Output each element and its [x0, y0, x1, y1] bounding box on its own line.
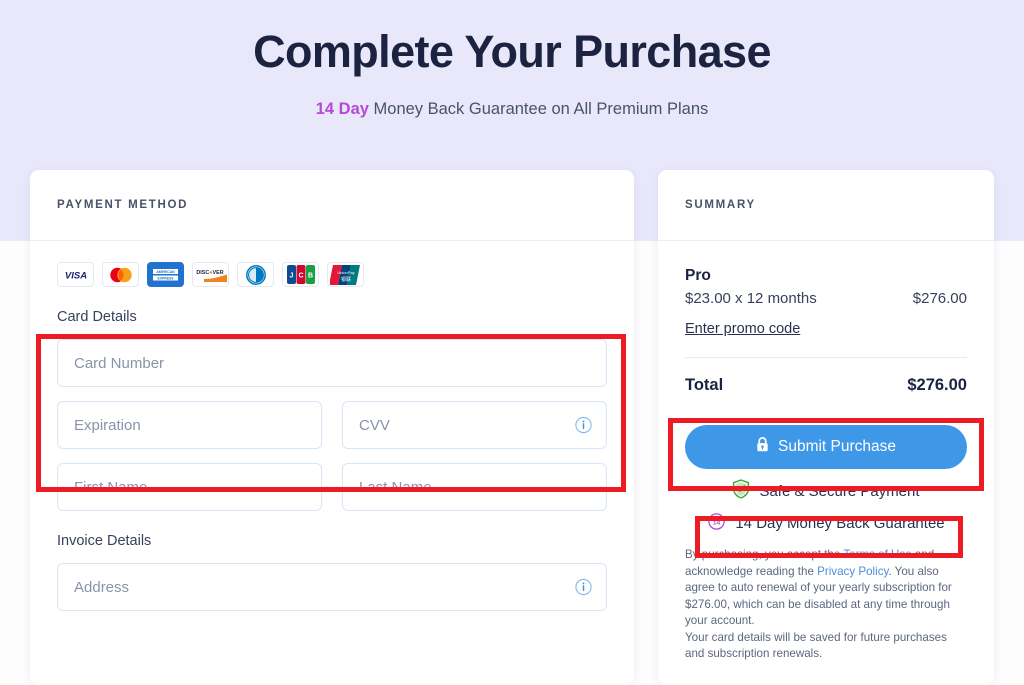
summary-card-header: SUMMARY	[658, 170, 994, 241]
plan-name: Pro	[685, 267, 711, 284]
total-label: Total	[685, 376, 724, 394]
legal-paragraph-2: Your card details will be saved for futu…	[685, 630, 947, 661]
first-name-input[interactable]: First Name	[57, 463, 322, 511]
money-back-guarantee-badge: 14 14 Day Money Back Guarantee	[685, 512, 967, 535]
plan-terms: $23.00 x 12 months	[685, 290, 817, 307]
cvv-info-icon[interactable]	[575, 416, 592, 434]
shield-check-icon	[732, 479, 750, 503]
summary-divider	[685, 357, 967, 358]
svg-text:银联: 银联	[340, 276, 350, 283]
name-row: First Name Last Name	[57, 449, 607, 511]
first-name-placeholder: First Name	[74, 478, 148, 496]
accepted-cards-row: VISA AMERICAN EXPRESS DISC●VER J C B Uni…	[57, 241, 607, 287]
last-name-input[interactable]: Last Name	[342, 463, 607, 511]
cvv-placeholder: CVV	[359, 416, 390, 434]
card-number-placeholder: Card Number	[74, 354, 165, 372]
summary-card: SUMMARY Pro $23.00 x 12 months $276.00 E…	[658, 170, 994, 685]
jcb-logo-icon: J C B	[282, 262, 319, 287]
svg-text:UnionPay: UnionPay	[337, 270, 354, 275]
enter-promo-code-link[interactable]: Enter promo code	[685, 321, 800, 337]
payment-method-label: PAYMENT METHOD	[57, 199, 189, 211]
amex-logo-icon: AMERICAN EXPRESS	[147, 262, 184, 287]
svg-text:C: C	[298, 273, 303, 280]
expiration-cvv-row: Expiration CVV	[57, 387, 607, 449]
card-number-input[interactable]: Card Number	[57, 339, 607, 387]
invoice-details-label: Invoice Details	[57, 533, 152, 549]
svg-text:DISC●VER: DISC●VER	[196, 270, 223, 276]
unionpay-logo-icon: UnionPay 银联	[327, 262, 364, 287]
money-back-guarantee-icon: 14	[707, 512, 726, 535]
svg-text:EXPRESS: EXPRESS	[157, 277, 174, 281]
plan-price: $276.00	[912, 290, 967, 307]
discover-logo-icon: DISC●VER	[192, 262, 229, 287]
address-input[interactable]: Address	[57, 563, 607, 611]
privacy-policy-link[interactable]: Privacy Policy	[817, 565, 888, 578]
safe-secure-payment-badge: Safe & Secure Payment	[685, 479, 967, 503]
svg-text:AMERICAN: AMERICAN	[156, 270, 175, 274]
page-subtitle-accent: 14 Day	[315, 100, 369, 118]
payment-method-card-header: PAYMENT METHOD	[30, 170, 634, 241]
payment-method-card: PAYMENT METHOD VISA AMERICAN EXPRESS DIS…	[30, 170, 634, 685]
legal-text: By purchasing, you accept the Terms of U…	[685, 547, 967, 663]
card-details-label: Card Details	[57, 309, 137, 325]
cvv-input[interactable]: CVV	[342, 401, 607, 449]
mastercard-logo-icon	[102, 262, 139, 287]
address-info-icon[interactable]	[575, 578, 592, 596]
total-line: Total $276.00	[685, 376, 967, 395]
total-value: $276.00	[907, 376, 967, 394]
submit-purchase-label: Submit Purchase	[777, 438, 897, 455]
page-header: Complete Your Purchase 14 Day Money Back…	[0, 0, 1024, 119]
legal-paragraph-1: By purchasing, you accept the Terms of U…	[685, 547, 967, 630]
payment-method-card-body: VISA AMERICAN EXPRESS DISC●VER J C B Uni…	[30, 241, 634, 611]
expiration-placeholder: Expiration	[74, 416, 141, 434]
svg-text:J: J	[289, 273, 293, 280]
svg-text:B: B	[307, 273, 312, 280]
svg-text:14: 14	[713, 519, 721, 526]
page-subtitle: 14 Day Money Back Guarantee on All Premi…	[0, 100, 1024, 119]
last-name-placeholder: Last Name	[359, 478, 432, 496]
svg-text:VISA: VISA	[64, 270, 86, 281]
money-back-guarantee-label: 14 Day Money Back Guarantee	[735, 515, 945, 532]
visa-logo-icon: VISA	[57, 262, 94, 287]
diners-club-logo-icon	[237, 262, 274, 287]
terms-of-use-link[interactable]: Terms of Use	[843, 548, 911, 561]
submit-purchase-button[interactable]: Submit Purchase	[685, 425, 967, 469]
legal-line1-a: By purchasing, you accept the	[685, 548, 844, 561]
summary-card-body: Pro $23.00 x 12 months $276.00 Enter pro…	[658, 267, 994, 663]
expiration-input[interactable]: Expiration	[57, 401, 322, 449]
summary-label: SUMMARY	[685, 199, 756, 211]
plan-line: $23.00 x 12 months $276.00	[685, 290, 967, 307]
page-subtitle-rest: Money Back Guarantee on All Premium Plan…	[368, 100, 709, 118]
lock-icon	[756, 437, 769, 457]
safe-secure-payment-label: Safe & Secure Payment	[759, 482, 920, 500]
page-title: Complete Your Purchase	[253, 26, 771, 77]
address-placeholder: Address	[74, 578, 130, 596]
